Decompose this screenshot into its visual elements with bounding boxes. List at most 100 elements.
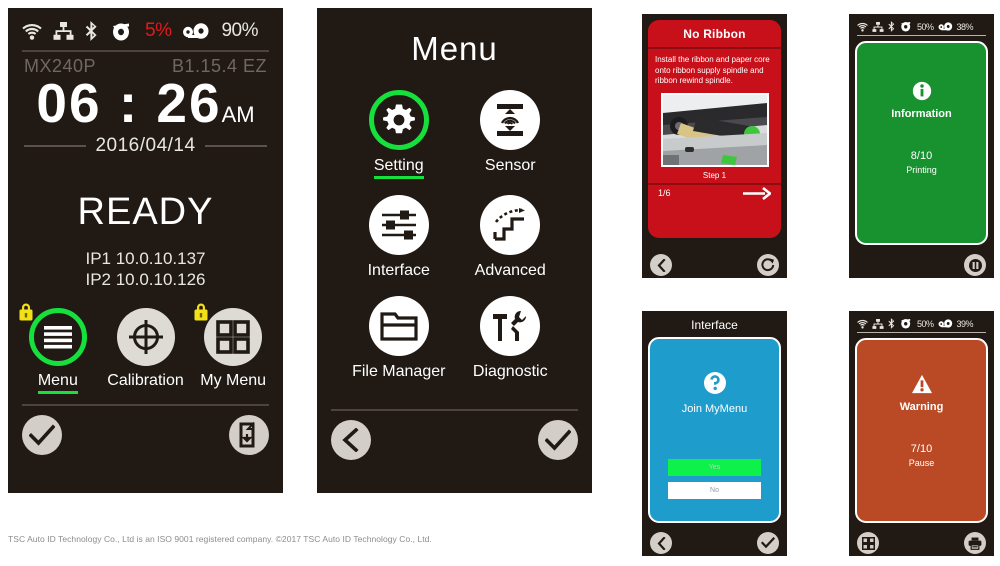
menu-item-setting[interactable]: Setting xyxy=(343,90,455,179)
status-bar: 50% 38% xyxy=(849,14,994,32)
shortcut-calibration-label: Calibration xyxy=(107,372,184,390)
arrow-right-icon[interactable] xyxy=(743,186,771,200)
footer-bar xyxy=(317,411,592,460)
dialog-card: Join MyMenu Yes No xyxy=(648,337,781,523)
ribbon-level: 50% xyxy=(917,21,934,32)
confirm-button[interactable] xyxy=(757,532,779,554)
footer-bar xyxy=(642,530,787,556)
wifi-icon xyxy=(857,22,868,32)
clock-ampm: AM xyxy=(221,102,255,127)
ribbon-level: 50% xyxy=(917,318,934,329)
confirm-button[interactable] xyxy=(22,415,62,456)
grid-four-icon[interactable] xyxy=(204,308,263,367)
pause-button[interactable] xyxy=(964,254,986,276)
alert-instructions: Install the ribbon and paper core onto r… xyxy=(655,55,770,86)
ip1: IP1 10.0.10.137 xyxy=(85,248,206,268)
status-title: Information xyxy=(891,108,952,120)
menu-item-sensor-label: Sensor xyxy=(484,157,536,174)
back-button[interactable] xyxy=(650,532,672,554)
wifi-icon xyxy=(857,319,868,329)
footer-bar xyxy=(849,530,994,556)
photo-caption: Step 1 xyxy=(702,170,727,180)
bluetooth-icon xyxy=(888,318,895,329)
menu-item-advanced-label: Advanced xyxy=(474,262,546,279)
current-date: 2016/04/14 xyxy=(95,134,196,156)
ip2: IP2 10.0.10.126 xyxy=(85,270,206,289)
crosshair-icon[interactable] xyxy=(116,308,175,367)
menu-item-interface[interactable]: Interface xyxy=(343,195,455,280)
job-state: Printing xyxy=(906,165,937,175)
media-roll-icon xyxy=(182,23,210,39)
clock-time: 06 : 26 xyxy=(36,72,222,134)
panel-join-mymenu: Interface Join MyMenu Yes No xyxy=(642,311,787,556)
status-bar: 5% 90% xyxy=(8,8,283,42)
confirm-button[interactable] xyxy=(538,420,578,460)
instruction-photo xyxy=(660,92,769,167)
shortcut-menu-label: Menu xyxy=(37,372,78,395)
back-button[interactable] xyxy=(331,420,371,460)
shortcut-menu[interactable]: Menu xyxy=(14,303,102,395)
alert-footer: 1/6 xyxy=(648,185,781,207)
option-yes-label: Yes xyxy=(708,464,721,471)
panel-no-ribbon: No Ribbon Install the ribbon and paper c… xyxy=(642,14,787,278)
footer-bar xyxy=(642,252,787,278)
footer-bar xyxy=(849,252,994,278)
ethernet-icon xyxy=(53,22,74,40)
shortcut-row: Menu Calibration My Menu xyxy=(8,303,283,395)
no-ribbon-card: No Ribbon Install the ribbon and paper c… xyxy=(648,20,781,238)
ribbon-roll-icon xyxy=(899,21,913,32)
stairs-icon[interactable] xyxy=(480,195,541,255)
my-menu-button[interactable] xyxy=(857,532,879,554)
menu-item-file-manager[interactable]: File Manager xyxy=(343,296,455,381)
menu-item-diagnostic[interactable]: Diagnostic xyxy=(455,296,567,381)
menu-item-advanced[interactable]: Advanced xyxy=(455,195,567,280)
reload-button[interactable] xyxy=(757,254,779,276)
shortcut-calibration[interactable]: Calibration xyxy=(102,308,190,394)
panel-information: 50% 38% Information 8/10 Printing xyxy=(849,14,994,278)
clock: 06 : 26AM xyxy=(8,72,283,134)
warning-triangle-icon xyxy=(857,374,986,399)
panel-ready-screen: 5% 90% MX240P B1.15.4 EZ 06 : 26AM 2016/… xyxy=(8,8,283,493)
sensor-icon[interactable] xyxy=(480,90,541,150)
menu-item-sensor[interactable]: Sensor xyxy=(455,90,567,179)
option-no[interactable]: No xyxy=(668,482,761,499)
print-button[interactable] xyxy=(964,532,986,554)
status-divider xyxy=(857,35,986,36)
ribbon-level: 5% xyxy=(145,20,172,41)
option-yes[interactable]: Yes xyxy=(668,459,761,476)
status-divider xyxy=(857,332,986,333)
feed-label-button[interactable] xyxy=(229,415,269,456)
panel-warning: 50% 39% Warning 7/10 Pause xyxy=(849,311,994,556)
warning-card: Warning 7/10 Pause xyxy=(855,338,988,523)
page-indicator: 1/6 xyxy=(658,188,671,199)
job-state: Pause xyxy=(908,458,935,468)
date-rule-left xyxy=(24,144,87,147)
ip-block: IP1 10.0.10.137 IP2 10.0.10.126 xyxy=(8,248,283,291)
footer-bar xyxy=(8,406,283,456)
alert-title: No Ribbon xyxy=(683,27,746,41)
menu-item-diagnostic-label: Diagnostic xyxy=(472,363,548,380)
dialog-question: Join MyMenu xyxy=(681,403,748,415)
option-no-label: No xyxy=(710,487,719,494)
bluetooth-icon xyxy=(888,21,895,32)
panel-menu-screen: Menu Setting Sensor Interface Advanced F… xyxy=(317,8,592,493)
folder-icon[interactable] xyxy=(368,296,429,356)
job-count: 7/10 xyxy=(910,443,933,455)
gear-icon[interactable] xyxy=(368,90,429,150)
tools-icon[interactable] xyxy=(480,296,541,356)
hamburger-menu-icon[interactable] xyxy=(28,308,87,367)
job-count: 8/10 xyxy=(910,150,933,162)
shortcut-my-menu[interactable]: My Menu xyxy=(189,303,277,394)
status-title: Warning xyxy=(899,401,944,413)
sliders-icon[interactable] xyxy=(368,195,429,255)
information-icon xyxy=(857,81,986,106)
question-mark-icon xyxy=(650,371,779,400)
date-rule-right xyxy=(204,144,267,147)
page-title: Menu xyxy=(411,30,498,67)
back-button[interactable] xyxy=(650,254,672,276)
ethernet-icon xyxy=(872,21,884,32)
screenshot-root: 5% 90% MX240P B1.15.4 EZ 06 : 26AM 2016/… xyxy=(0,0,1000,566)
page-title: Interface xyxy=(691,318,738,332)
ribbon-roll-icon xyxy=(899,318,913,329)
information-card: Information 8/10 Printing xyxy=(855,41,988,245)
